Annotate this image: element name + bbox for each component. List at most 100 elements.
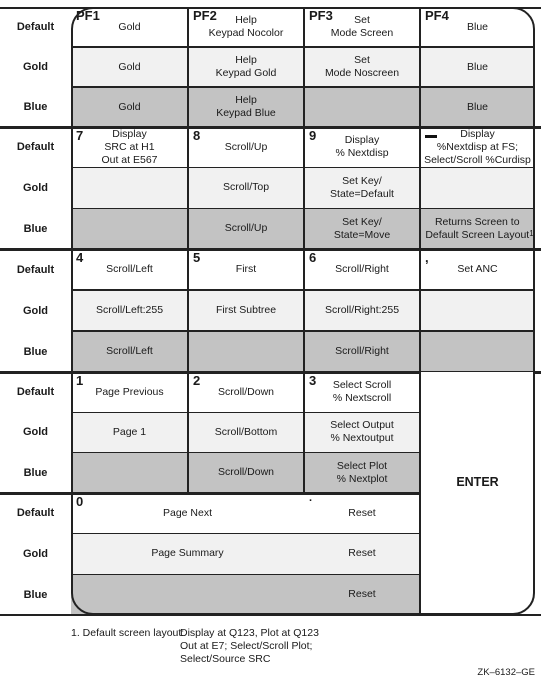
key-cell-gold[interactable] [71,167,188,209]
key-cell-default[interactable]: Display % Nextdisp 9 [304,127,420,168]
key-cell-blue[interactable] [71,452,188,493]
key-cell-blue[interactable]: Reset [304,574,420,615]
key-cell-blue[interactable]: Scroll/Up [188,208,304,249]
row-label-gold: Gold [22,61,49,73]
key-cell-default[interactable]: Select Scroll % Nextscroll 3 [304,372,420,413]
key-cell-blue[interactable]: Scroll/Right [304,331,420,372]
key-function-text: Scroll/Bottom [214,425,278,438]
key-cell-blue[interactable]: Scroll/Left [71,331,188,372]
key-cell-gold[interactable]: Help Keypad Gold [188,47,304,87]
key-cell-default[interactable]: Scroll/Up 8 [188,127,304,168]
key-cell-gold[interactable]: Reset [304,533,420,575]
row-divider [71,573,420,576]
key-name: 9 [309,128,317,143]
key-function-text: Reset [348,588,376,601]
key-cell-blue[interactable]: Returns Screen to Default Screen Layout 1 [420,208,535,249]
group-divider [0,491,420,495]
key-cell-default[interactable]: Gold PF1 [71,7,188,47]
key-function-text: First [235,263,257,275]
key-cell-gold[interactable]: Blue [420,47,535,87]
key-cell-gold[interactable]: Set Mode Noscreen [304,47,420,87]
figure-id: ZK–6132–GE [477,667,535,678]
key-cell-gold[interactable]: Select Output % Nextoutput [304,412,420,453]
key-cell-blue[interactable] [420,331,535,372]
key-function-text: Scroll/Right [335,263,389,275]
key-cell-gold[interactable]: Scroll/Top [188,167,304,209]
key-function-text: Help Keypad Blue [216,94,276,119]
key-cell-blue[interactable]: Select Plot % Nextplot [304,452,420,493]
key-name: PF3 [309,8,333,23]
key-name: PF4 [425,8,449,23]
top-border [0,7,541,9]
key-cell-default[interactable]: Scroll/Left 4 [71,249,188,290]
key-name: 2 [193,373,201,388]
row-label-gold: Gold [22,181,49,194]
enter-key[interactable]: ENTER [420,372,535,615]
key-cell-default[interactable]: Page Previous 1 [71,372,188,413]
key-cell-gold[interactable] [420,167,535,209]
minus-key-icon [425,135,437,139]
key-function-text: Help Keypad Nocolor [208,14,284,39]
key-cell-gold[interactable]: Scroll/Bottom [188,412,304,453]
key-name: 6 [309,250,317,265]
column-divider [419,7,421,615]
key-cell-gold[interactable]: Set Key/ State=Default [304,167,420,209]
key-cell-blue[interactable] [71,574,304,615]
key-cell-blue[interactable]: Set Key/ State=Move [304,208,420,249]
key-function-text: Blue [466,100,488,113]
row-label-gold: Gold [22,547,49,560]
key-cell-blue[interactable]: Help Keypad Blue [188,87,304,127]
key-cell-default[interactable]: Display %Nextdisp at FS; Select/Scroll %… [420,127,535,168]
key-name: 4 [76,250,84,265]
key-cell-default[interactable]: Blue PF4 [420,7,535,47]
key-cell-default[interactable]: Page Next 0 [71,493,304,534]
key-cell-blue[interactable] [71,208,188,249]
key-function-text: Scroll/Left:255 [95,304,164,316]
key-cell-blue[interactable] [304,87,420,127]
key-cell-gold[interactable]: Page 1 [71,412,188,453]
row-label-default: Default [16,141,55,154]
key-function-text: Scroll/Right [335,345,389,357]
key-cell-gold[interactable]: Gold [71,47,188,87]
key-function-text: Returns Screen to Default Screen Layout [425,215,530,241]
key-cell-default[interactable]: Help Keypad Nocolor PF2 [188,7,304,47]
key-cell-blue[interactable]: Blue [420,87,535,127]
key-name: PF1 [76,8,100,23]
key-cell-blue[interactable]: Scroll/Down [188,452,304,493]
key-cell-default[interactable]: Set Mode Screen PF3 [304,7,420,47]
row-label-default: Default [16,386,55,399]
key-function-text: First Subtree [215,304,277,316]
footnote-line: Display at Q123, Plot at Q123 [180,627,319,639]
key-cell-default[interactable]: Reset. [304,492,420,534]
group-divider [0,247,541,251]
key-name: 0 [76,494,84,509]
key-name: 3 [309,373,317,388]
key-cell-blue[interactable] [188,331,304,372]
key-cell-default[interactable]: Scroll/Down 2 [188,372,304,413]
key-cell-gold[interactable]: Scroll/Right:255 [304,290,420,331]
key-name: 8 [193,128,201,143]
key-function-text: Set Key/ State=Default [330,174,394,200]
key-function-text: Set Mode Screen [330,14,394,39]
key-cell-gold[interactable]: First Subtree [188,290,304,331]
row-label-default: Default [16,21,55,33]
key-cell-default[interactable]: Set ANC, [420,249,535,290]
key-function-text: Page Next [162,506,213,519]
key-function-text: Set Key/ State=Move [333,215,391,241]
key-cell-gold[interactable] [420,290,535,331]
footnote-line: Out at E7; Select/Scroll Plot; [180,640,313,652]
key-function-text: Help Keypad Gold [215,54,277,79]
key-cell-gold[interactable]: Scroll/Left:255 [71,290,188,331]
row-label-blue: Blue [23,222,48,235]
key-cell-default[interactable]: Display SRC at H1 Out at E567 7 [71,127,188,168]
key-name: PF2 [193,8,217,23]
key-function-text: Scroll/Up [224,140,268,153]
key-cell-blue[interactable]: Gold [71,87,188,127]
key-cell-default[interactable]: First 5 [188,249,304,290]
key-cell-gold[interactable]: Page Summary [71,533,304,575]
key-cell-default[interactable]: Scroll/Right 6 [304,249,420,290]
key-function-text: Select Output % Nextoutput [330,419,394,445]
key-name: , [425,250,429,265]
row-label-blue: Blue [23,345,48,358]
row-divider [71,411,420,414]
